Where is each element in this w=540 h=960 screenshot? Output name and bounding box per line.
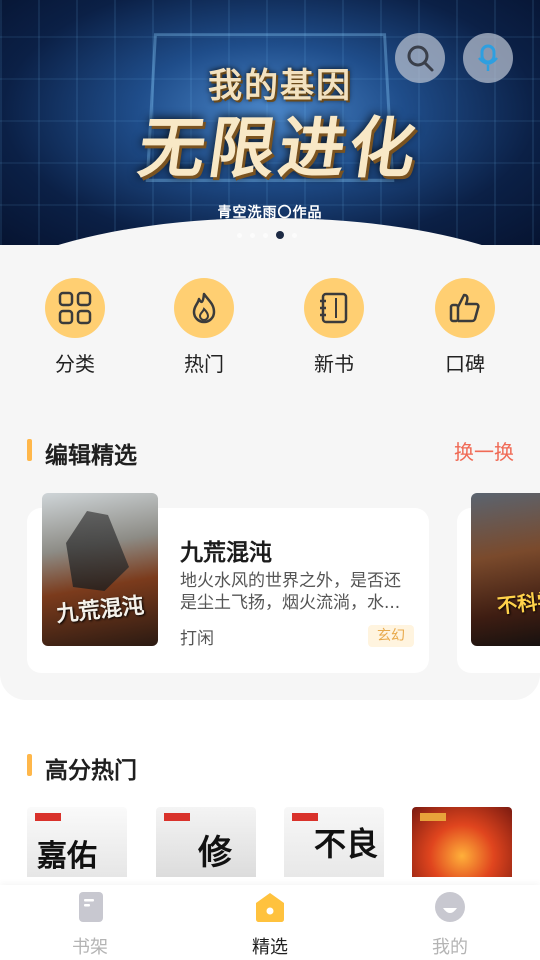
flame-icon: [192, 292, 216, 324]
publisher-stamp: [420, 813, 446, 821]
tab-featured[interactable]: 精选: [225, 891, 315, 959]
quick-nav-category[interactable]: 分类: [30, 278, 120, 377]
banner-author-credit: 青空洗雨〇作品: [217, 205, 323, 221]
quick-icon-bg: [174, 278, 234, 338]
hero-banner[interactable]: 我的基因 无限进化 青空洗雨〇作品: [0, 0, 540, 248]
pagination-dot[interactable]: [250, 232, 255, 238]
high-score-header: 高分热门: [27, 751, 517, 784]
profile-icon: [435, 892, 465, 922]
book-cover[interactable]: 修: [156, 807, 256, 877]
tab-label: 书架: [72, 937, 108, 958]
cover-title-art: 不良: [314, 825, 379, 863]
editor-picks-header: 编辑精选 换一换: [27, 436, 517, 469]
tab-label: 精选: [252, 937, 288, 958]
search-button[interactable]: [395, 33, 445, 83]
refresh-button[interactable]: 换一换: [454, 436, 514, 465]
book-author: 打闲: [180, 629, 214, 649]
pagination-dot[interactable]: [292, 232, 297, 238]
quick-nav-hot[interactable]: 热门: [159, 278, 249, 377]
quick-nav-reputation[interactable]: 口碑: [420, 278, 510, 377]
quick-nav-new-books[interactable]: 新书: [289, 278, 379, 377]
search-icon: [407, 45, 434, 72]
section-accent-bar: [27, 754, 32, 776]
quick-nav-label: 分类: [55, 352, 95, 376]
genre-tag: 玄幻: [368, 625, 414, 647]
section-accent-bar: [27, 439, 32, 461]
pagination-dot[interactable]: [263, 232, 268, 238]
pagination-dot-active[interactable]: [276, 231, 284, 239]
tab-label: 我的: [432, 937, 468, 958]
quick-nav-label: 口碑: [445, 352, 485, 376]
book-cover[interactable]: 九荒混沌: [42, 493, 158, 646]
book-description: 地火水风的世界之外，是否还是尘土飞扬，烟火流淌，水...: [180, 571, 401, 613]
bookshelf-icon: [79, 892, 103, 922]
quick-icon-bg: [45, 278, 105, 338]
quick-icon-bg: [435, 278, 495, 338]
banner-main-title: 无限进化: [133, 109, 425, 187]
cover-title-art: 嘉佑: [37, 839, 97, 874]
quick-nav: 分类 热门 新书 口碑: [0, 278, 540, 388]
quick-icon-bg: [304, 278, 364, 338]
section-title: 编辑精选: [45, 443, 137, 469]
book-cover[interactable]: 嘉佑: [27, 807, 127, 877]
book-title: 九荒混沌: [180, 540, 272, 566]
publisher-stamp: [35, 813, 61, 821]
tab-profile[interactable]: 我的: [405, 891, 495, 959]
high-score-book-list: 嘉佑 修 不良: [0, 807, 540, 877]
quick-nav-label: 新书: [314, 352, 354, 376]
book-cover[interactable]: 不良: [284, 807, 384, 877]
banner-pagination: [237, 231, 297, 239]
cover-title-art: 不科学: [496, 587, 540, 619]
next-book-cover[interactable]: 不科学: [471, 493, 540, 646]
notebook-icon: [320, 292, 348, 324]
cover-art: [66, 511, 129, 591]
book-cover[interactable]: [412, 807, 512, 877]
tab-bookshelf[interactable]: 书架: [45, 891, 135, 959]
featured-home-icon: [256, 893, 284, 922]
voice-button[interactable]: [463, 33, 513, 83]
cover-title-art: 九荒混沌: [55, 592, 146, 628]
grid-icon: [58, 291, 92, 325]
bottom-tab-bar: 书架 精选 我的: [0, 885, 540, 960]
thumbs-up-icon: [449, 293, 480, 323]
publisher-stamp: [164, 813, 190, 821]
cover-title-art: 修: [198, 833, 232, 873]
quick-nav-label: 热门: [184, 352, 224, 376]
section-title: 高分热门: [45, 758, 137, 784]
microphone-icon: [478, 44, 498, 71]
pagination-dot[interactable]: [237, 232, 242, 238]
